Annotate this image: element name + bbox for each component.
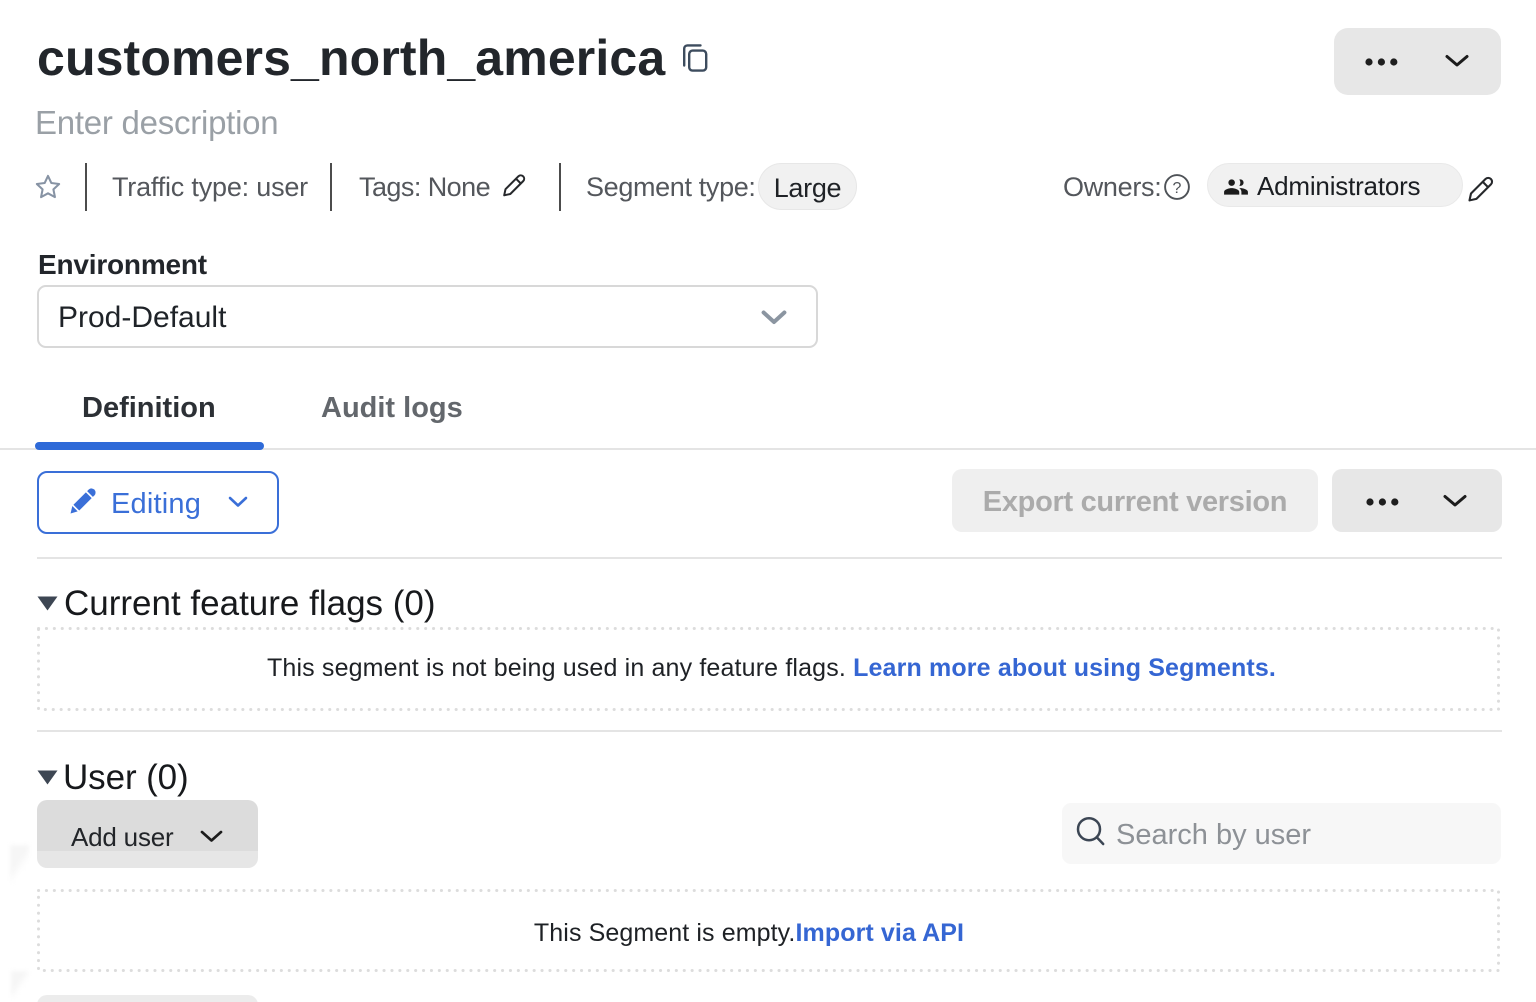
- svg-text:?: ?: [1173, 180, 1182, 197]
